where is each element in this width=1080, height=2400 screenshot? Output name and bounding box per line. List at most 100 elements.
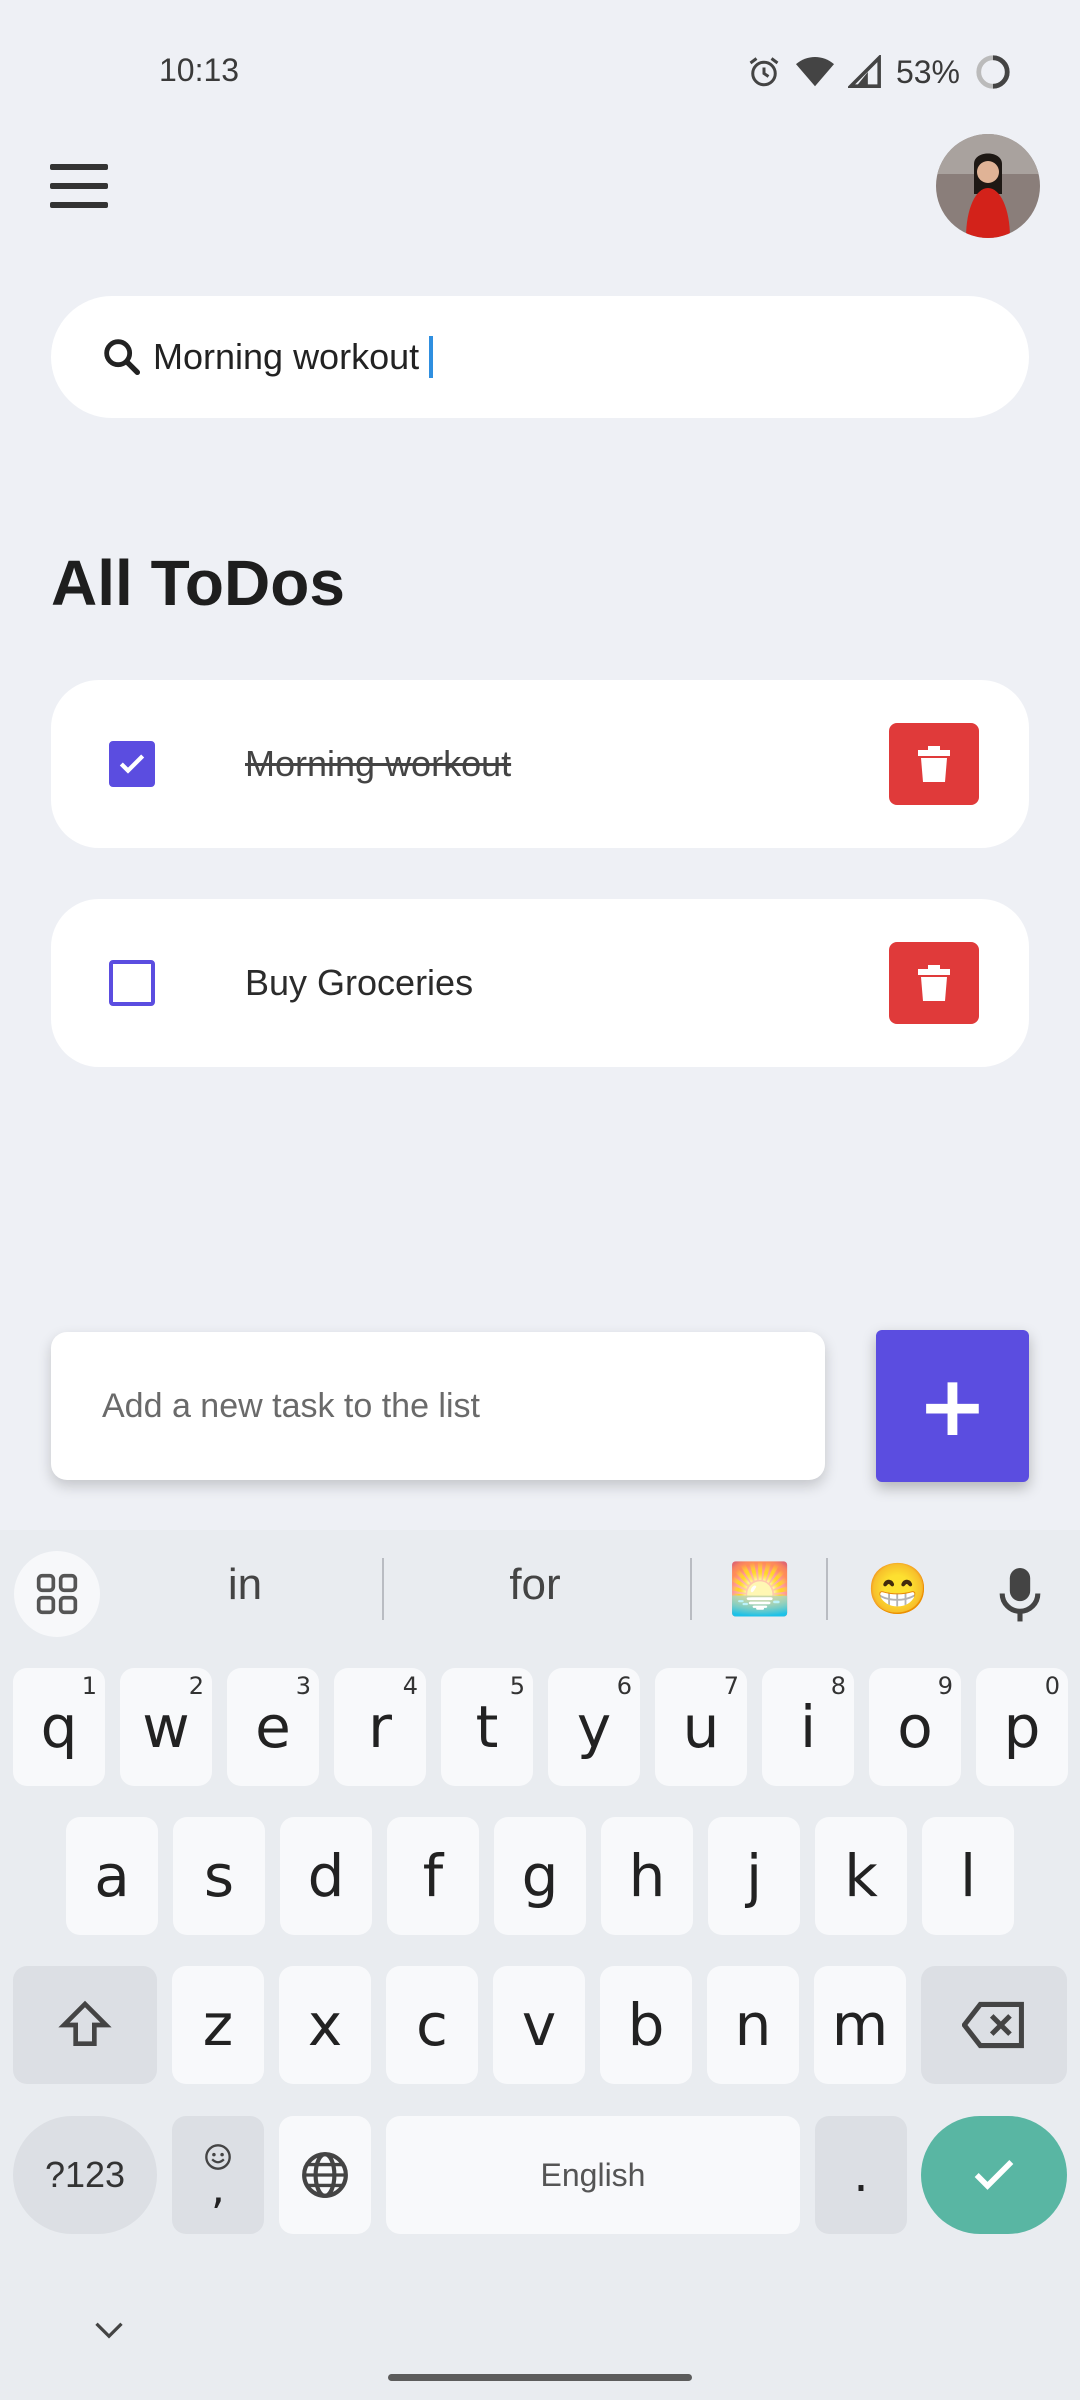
backspace-key[interactable] (921, 1966, 1067, 2084)
space-key[interactable]: English (386, 2116, 800, 2234)
key-p[interactable]: p0 (976, 1668, 1068, 1786)
key-label: z (202, 1991, 234, 2059)
key-q[interactable]: q1 (13, 1668, 105, 1786)
key-label: f (422, 1842, 444, 1910)
key-label: k (844, 1842, 878, 1910)
key-w[interactable]: w2 (120, 1668, 212, 1786)
status-icons: 53% (746, 48, 1012, 96)
shift-key[interactable] (13, 1966, 157, 2084)
symbols-key[interactable]: ?123 (13, 2116, 157, 2234)
key-number-hint: 9 (937, 1672, 953, 1700)
text-cursor (429, 336, 434, 378)
key-s[interactable]: s (173, 1817, 265, 1935)
home-indicator[interactable] (388, 2374, 692, 2381)
todo-item: Buy Groceries (51, 899, 1029, 1067)
key-label: r (368, 1693, 392, 1761)
key-label: t (475, 1693, 499, 1761)
checkmark-icon (119, 754, 145, 774)
key-label: b (627, 1991, 665, 2059)
key-label: p (1003, 1693, 1041, 1761)
search-icon (104, 339, 141, 376)
key-k[interactable]: k (815, 1817, 907, 1935)
battery-percent: 53% (895, 53, 960, 90)
key-e[interactable]: e3 (227, 1668, 319, 1786)
key-i[interactable]: i8 (762, 1668, 854, 1786)
todo-checkbox-checked[interactable] (109, 741, 155, 787)
todo-text[interactable]: Morning workout (245, 741, 511, 787)
add-task-button[interactable]: + (876, 1330, 1029, 1482)
key-label: u (682, 1693, 720, 1761)
key-number-hint: 4 (402, 1672, 418, 1700)
chevron-down-icon[interactable] (94, 2320, 124, 2340)
page-title: All ToDos (51, 547, 345, 619)
microphone-icon[interactable] (998, 1568, 1042, 1624)
globe-icon (302, 2152, 348, 2198)
key-number-hint: 0 (1044, 1672, 1060, 1700)
key-y[interactable]: y6 (548, 1668, 640, 1786)
checkmark-icon (974, 2160, 1014, 2190)
comma-emoji-key[interactable]: , (172, 2116, 264, 2234)
avatar[interactable] (936, 134, 1040, 238)
key-t[interactable]: t5 (441, 1668, 533, 1786)
period-key[interactable]: . (815, 2116, 907, 2234)
key-n[interactable]: n (707, 1966, 799, 2084)
signal-icon (847, 55, 881, 88)
key-label: g (521, 1842, 559, 1910)
key-number-hint: 2 (188, 1672, 204, 1700)
emoji-suggestion-sunrise[interactable]: 🌅 (720, 1560, 800, 1619)
key-j[interactable]: j (708, 1817, 800, 1935)
key-label: n (734, 1991, 772, 2059)
key-h[interactable]: h (601, 1817, 693, 1935)
suggestion-for[interactable]: for (470, 1560, 600, 1610)
key-z[interactable]: z (172, 1966, 264, 2084)
key-label: x (307, 1991, 343, 2059)
key-label: o (897, 1693, 933, 1761)
backspace-icon (962, 2001, 1024, 2049)
trash-icon (918, 965, 950, 1001)
enter-key[interactable] (921, 2116, 1067, 2234)
key-x[interactable]: x (279, 1966, 371, 2084)
plus-icon: + (917, 1357, 988, 1455)
suggestion-bar: in for 🌅 😁 (0, 1530, 1080, 1650)
delete-button[interactable] (889, 723, 979, 805)
delete-button[interactable] (889, 942, 979, 1024)
key-label: w (142, 1693, 190, 1761)
key-l[interactable]: l (922, 1817, 1014, 1935)
key-d[interactable]: d (280, 1817, 372, 1935)
key-label: i (799, 1693, 817, 1761)
key-a[interactable]: a (66, 1817, 158, 1935)
status-time: 10:13 (159, 52, 240, 88)
search-input[interactable]: Morning workout (153, 336, 419, 378)
key-b[interactable]: b (600, 1966, 692, 2084)
key-r[interactable]: r4 (334, 1668, 426, 1786)
new-task-placeholder: Add a new task to the list (102, 1386, 480, 1425)
trash-icon (918, 746, 950, 782)
key-label: v (521, 1991, 557, 2059)
language-key[interactable] (279, 2116, 371, 2234)
key-u[interactable]: u7 (655, 1668, 747, 1786)
todo-item: Morning workout (51, 680, 1029, 848)
hamburger-menu-icon[interactable] (44, 160, 114, 212)
suggestion-in[interactable]: in (180, 1560, 310, 1610)
key-f[interactable]: f (387, 1817, 479, 1935)
key-number-hint: 8 (830, 1672, 846, 1700)
search-bar[interactable]: Morning workout (51, 296, 1029, 418)
keyboard: in for 🌅 😁 ?123 , English . q1w2e3r4t5y6… (0, 1530, 1080, 2400)
todo-checkbox[interactable] (109, 960, 155, 1006)
key-c[interactable]: c (386, 1966, 478, 2084)
todo-text[interactable]: Buy Groceries (245, 960, 473, 1006)
key-number-hint: 5 (509, 1672, 525, 1700)
key-label: l (959, 1842, 977, 1910)
key-v[interactable]: v (493, 1966, 585, 2084)
new-task-input[interactable]: Add a new task to the list (51, 1332, 825, 1480)
keyboard-apps-icon[interactable] (14, 1551, 100, 1637)
key-g[interactable]: g (494, 1817, 586, 1935)
shift-icon (58, 2000, 112, 2046)
key-o[interactable]: o9 (869, 1668, 961, 1786)
key-label: c (416, 1991, 448, 2059)
key-label: m (831, 1991, 889, 2059)
key-label: q (40, 1693, 78, 1761)
emoji-suggestion-grin[interactable]: 😁 (858, 1560, 938, 1619)
key-m[interactable]: m (814, 1966, 906, 2084)
key-number-hint: 3 (295, 1672, 311, 1700)
